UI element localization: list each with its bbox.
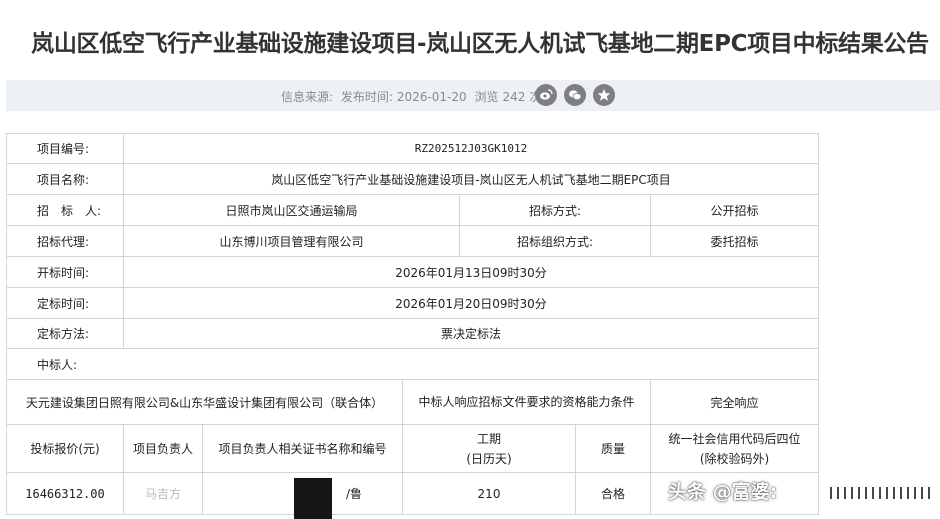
- org-method-label: 招标组织方式:: [459, 225, 651, 257]
- winner-label: 中标人:: [6, 348, 819, 380]
- agent-label: 招标代理:: [6, 225, 124, 257]
- credit-header-line1: 统一社会信用代码后四位: [668, 431, 801, 446]
- meta-text: 信息来源: 发布时间:2026-01-20 浏览242次: [281, 88, 545, 105]
- pm-name: 马吉方: [123, 472, 203, 515]
- tenderer-label: 招 标 人:: [6, 194, 124, 226]
- tender-method-value: 公开招标: [650, 194, 819, 226]
- weibo-icon[interactable]: [535, 84, 557, 106]
- award-method-label: 定标方法:: [6, 318, 124, 349]
- row-agent: 招标代理: 山东博川项目管理有限公司 招标组织方式: 委托招标: [6, 225, 819, 257]
- duration-header-line1: 工期: [476, 431, 501, 446]
- project-name-label: 项目名称:: [6, 163, 124, 195]
- cert-header: 项目负责人相关证书名称和编号: [202, 424, 403, 473]
- quality-value: 合格: [575, 472, 651, 515]
- watermark-text: 头条 @富婆:: [668, 481, 778, 503]
- agent-value: 山东博川项目管理有限公司: [123, 225, 460, 257]
- award-time-label: 定标时间:: [6, 287, 124, 319]
- winner-name: 天元建设集团日照有限公司&山东华盛设计集团有限公司（联合体）: [6, 379, 403, 425]
- publish-label: 发布时间:: [340, 90, 393, 104]
- open-time-label: 开标时间:: [6, 256, 124, 288]
- row-tenderer: 招 标 人: 日照市岚山区交通运输局 招标方式: 公开招标: [6, 194, 819, 226]
- tenderer-value: 日照市岚山区交通运输局: [123, 194, 460, 226]
- award-info-table: 项目编号: RZ202512J03GK1012 项目名称: 岚山区低空飞行产业基…: [6, 133, 819, 515]
- favorite-icon[interactable]: [593, 84, 615, 106]
- qualification-label: 中标人响应招标文件要求的资格能力条件: [402, 379, 651, 425]
- page-title: 岚山区低空飞行产业基础设施建设项目-岚山区无人机试飞基地二期EPC项目中标结果公…: [31, 31, 929, 57]
- project-no-label: 项目编号:: [6, 133, 124, 164]
- row-winner-label: 中标人:: [6, 348, 819, 380]
- wechat-icon[interactable]: [564, 84, 586, 106]
- qualification-value: 完全响应: [650, 379, 819, 425]
- views-label: 浏览: [474, 90, 499, 104]
- project-name-value: 岚山区低空飞行产业基础设施建设项目-岚山区无人机试飞基地二期EPC项目: [123, 163, 819, 195]
- row-winner: 天元建设集团日照有限公司&山东华盛设计集团有限公司（联合体） 中标人响应招标文件…: [6, 379, 819, 425]
- org-method-value: 委托招标: [650, 225, 819, 257]
- duration-header-line2: (日历天): [466, 451, 512, 466]
- bid-price-header: 投标报价(元): [6, 424, 124, 473]
- watermark-redaction: [825, 487, 935, 499]
- source-label: 信息来源:: [281, 90, 334, 104]
- row-open-time: 开标时间: 2026年01月13日09时30分: [6, 256, 819, 288]
- project-no-value: RZ202512J03GK1012: [123, 133, 819, 164]
- row-bid-headers: 投标报价(元) 项目负责人 项目负责人相关证书名称和编号 工期 (日历天) 质量…: [6, 424, 819, 473]
- pm-header: 项目负责人: [123, 424, 203, 473]
- open-time-value: 2026年01月13日09时30分: [123, 256, 819, 288]
- views-count: 242: [502, 90, 526, 104]
- row-project-name: 项目名称: 岚山区低空飞行产业基础设施建设项目-岚山区无人机试飞基地二期EPC项…: [6, 163, 819, 195]
- duration-value: 210: [402, 472, 576, 515]
- duration-header: 工期 (日历天): [402, 424, 576, 473]
- award-time-value: 2026年01月20日09时30分: [123, 287, 819, 319]
- row-award-time: 定标时间: 2026年01月20日09时30分: [6, 287, 819, 319]
- row-project-no: 项目编号: RZ202512J03GK1012: [6, 133, 819, 164]
- bid-price-value: 16466312.00: [6, 472, 124, 515]
- credit-header: 统一社会信用代码后四位 (除校验码外): [650, 424, 819, 473]
- award-method-value: 票决定标法: [123, 318, 819, 349]
- meta-bar: 信息来源: 发布时间:2026-01-20 浏览242次: [6, 80, 940, 111]
- publish-date: 2026-01-20: [396, 90, 467, 104]
- quality-header: 质量: [575, 424, 651, 473]
- tender-method-label: 招标方式:: [459, 194, 651, 226]
- redaction-box: [294, 478, 332, 519]
- row-award-method: 定标方法: 票决定标法: [6, 318, 819, 349]
- credit-header-line2: (除校验码外): [699, 451, 770, 466]
